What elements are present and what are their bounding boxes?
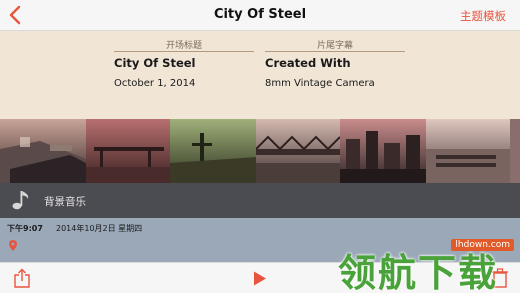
ending-credits-subtitle[interactable]: 8mm Vintage Camera — [265, 78, 405, 89]
chevron-left-icon — [9, 5, 21, 25]
frame-thumbnail — [426, 119, 510, 183]
frame-thumbnail — [255, 119, 341, 183]
location-pin-icon[interactable] — [9, 236, 17, 255]
opening-subtitle-text[interactable]: October 1, 2014 — [114, 78, 254, 89]
share-icon[interactable] — [13, 268, 31, 293]
ending-credits-title[interactable]: Created With — [265, 56, 405, 70]
filmstrip-frame[interactable] — [510, 119, 520, 183]
theme-template-button[interactable]: 主题模板 — [460, 8, 506, 24]
music-note-icon — [10, 188, 34, 216]
frame-thumbnail — [510, 119, 520, 183]
page-title: City Of Steel — [213, 7, 307, 22]
opening-title-header: 开场标题 — [114, 31, 254, 52]
opening-title-column[interactable]: 开场标题 City Of Steel October 1, 2014 — [114, 31, 254, 89]
background-music-row[interactable]: 背景音乐 — [0, 183, 520, 218]
filmstrip-frame[interactable] — [426, 119, 510, 183]
play-icon[interactable] — [253, 271, 267, 290]
bottom-toolbar — [0, 262, 520, 293]
title-card-panel: 开场标题 City Of Steel October 1, 2014 片尾字幕 … — [0, 31, 520, 119]
frame-thumbnail — [0, 119, 86, 183]
ending-credits-column[interactable]: 片尾字幕 Created With 8mm Vintage Camera — [265, 31, 405, 89]
back-button[interactable] — [6, 4, 26, 26]
filmstrip-frame[interactable] — [0, 119, 86, 183]
frame-thumbnail — [86, 119, 170, 183]
background-music-label: 背景音乐 — [44, 196, 86, 208]
trash-icon[interactable] — [491, 268, 509, 293]
clip-info-strip: 下午9:07 2014年10月2日 星期四 — [0, 218, 520, 262]
ending-credits-header: 片尾字幕 — [265, 31, 405, 52]
navigation-bar: City Of Steel 主题模板 — [0, 0, 520, 31]
clip-time: 下午9:07 — [7, 224, 43, 233]
filmstrip-frame[interactable] — [170, 119, 256, 183]
clip-date: 2014年10月2日 星期四 — [56, 224, 143, 233]
filmstrip-frame[interactable] — [340, 119, 426, 183]
filmstrip-frame[interactable] — [86, 119, 170, 183]
filmstrip-frame[interactable] — [255, 119, 341, 183]
video-filmstrip[interactable] — [0, 119, 520, 183]
frame-thumbnail — [170, 119, 256, 183]
opening-title-text[interactable]: City Of Steel — [114, 56, 254, 70]
frame-thumbnail — [340, 119, 426, 183]
